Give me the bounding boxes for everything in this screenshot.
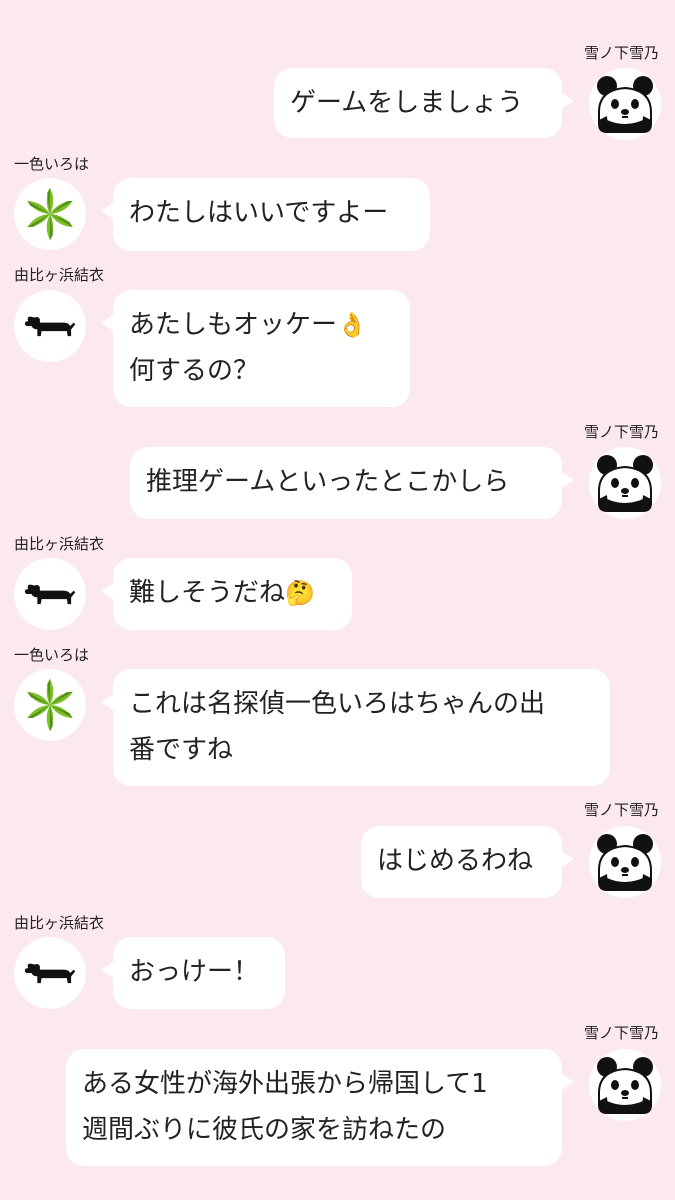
dachshund-icon bbox=[23, 959, 77, 987]
panda-icon bbox=[593, 1053, 657, 1117]
dachshund-icon bbox=[23, 580, 77, 608]
message-line: あたしもオッケー bbox=[129, 310, 338, 340]
avatar[interactable] bbox=[589, 826, 661, 898]
panda-icon bbox=[593, 830, 657, 894]
message-bubble: 難しそうだね🤔 bbox=[101, 558, 352, 630]
avatar[interactable] bbox=[14, 937, 86, 1009]
avatar[interactable] bbox=[589, 68, 661, 140]
sender-name: 雪ノ下雪乃 bbox=[583, 801, 659, 819]
message-bubble: これは名探偵一色いろはちゃんの出 番ですね bbox=[101, 669, 610, 786]
message-bubble: ゲームをしましょう bbox=[274, 68, 574, 138]
message-text: 何するの？ bbox=[129, 356, 260, 386]
sender-name: 雪ノ下雪乃 bbox=[583, 1024, 659, 1042]
message-line: 難しそうだね bbox=[129, 578, 286, 608]
green-leaf-star-icon bbox=[20, 184, 80, 244]
message-bubble: はじめるわね bbox=[361, 826, 574, 898]
message-text: あたしもオッケー👌 bbox=[129, 302, 394, 348]
sender-name: 一色いろは bbox=[14, 646, 90, 664]
message-text: 週間ぶりに彼氏の家を訪ねたの bbox=[82, 1115, 447, 1145]
message-text: 難しそうだね🤔 bbox=[129, 570, 336, 616]
message-bubble: わたしはいいですよー bbox=[101, 178, 430, 251]
avatar[interactable] bbox=[14, 669, 86, 741]
message-bubble: 推理ゲームといったとこかしら bbox=[130, 447, 574, 519]
green-leaf-star-icon bbox=[20, 675, 80, 735]
sender-name: 一色いろは bbox=[14, 155, 90, 173]
message-bubble: ある女性が海外出張から帰国して1 週間ぶりに彼氏の家を訪ねたの bbox=[66, 1049, 574, 1166]
message-bubble: あたしもオッケー👌 何するの？ bbox=[101, 290, 410, 407]
panda-icon bbox=[593, 451, 657, 515]
message-text: 推理ゲームといったとこかしら bbox=[146, 467, 510, 497]
sender-name: 由比ヶ浜結衣 bbox=[14, 535, 105, 553]
message-bubble: おっけー！ bbox=[101, 937, 285, 1009]
avatar[interactable] bbox=[589, 1049, 661, 1121]
message-text: おっけー！ bbox=[129, 957, 260, 987]
sender-name: 雪ノ下雪乃 bbox=[583, 44, 659, 62]
sender-name: 由比ヶ浜結衣 bbox=[14, 266, 105, 284]
message-text: これは名探偵一色いろはちゃんの出 bbox=[129, 689, 546, 719]
avatar[interactable] bbox=[14, 178, 86, 250]
panda-icon bbox=[593, 72, 657, 136]
sender-name: 雪ノ下雪乃 bbox=[583, 423, 659, 441]
sender-name: 由比ヶ浜結衣 bbox=[14, 914, 105, 932]
avatar[interactable] bbox=[14, 290, 86, 362]
message-text: はじめるわね bbox=[377, 846, 534, 876]
ok-hand-emoji: 👌 bbox=[337, 311, 367, 339]
avatar[interactable] bbox=[14, 558, 86, 630]
message-text: わたしはいいですよー bbox=[129, 198, 389, 228]
avatar[interactable] bbox=[589, 447, 661, 519]
message-text: 番ですね bbox=[129, 735, 234, 765]
dachshund-icon bbox=[23, 312, 77, 340]
message-text: ある女性が海外出張から帰国して1 bbox=[82, 1069, 488, 1099]
thinking-face-emoji: 🤔 bbox=[285, 579, 315, 607]
message-text: ゲームをしましょう bbox=[290, 88, 524, 118]
